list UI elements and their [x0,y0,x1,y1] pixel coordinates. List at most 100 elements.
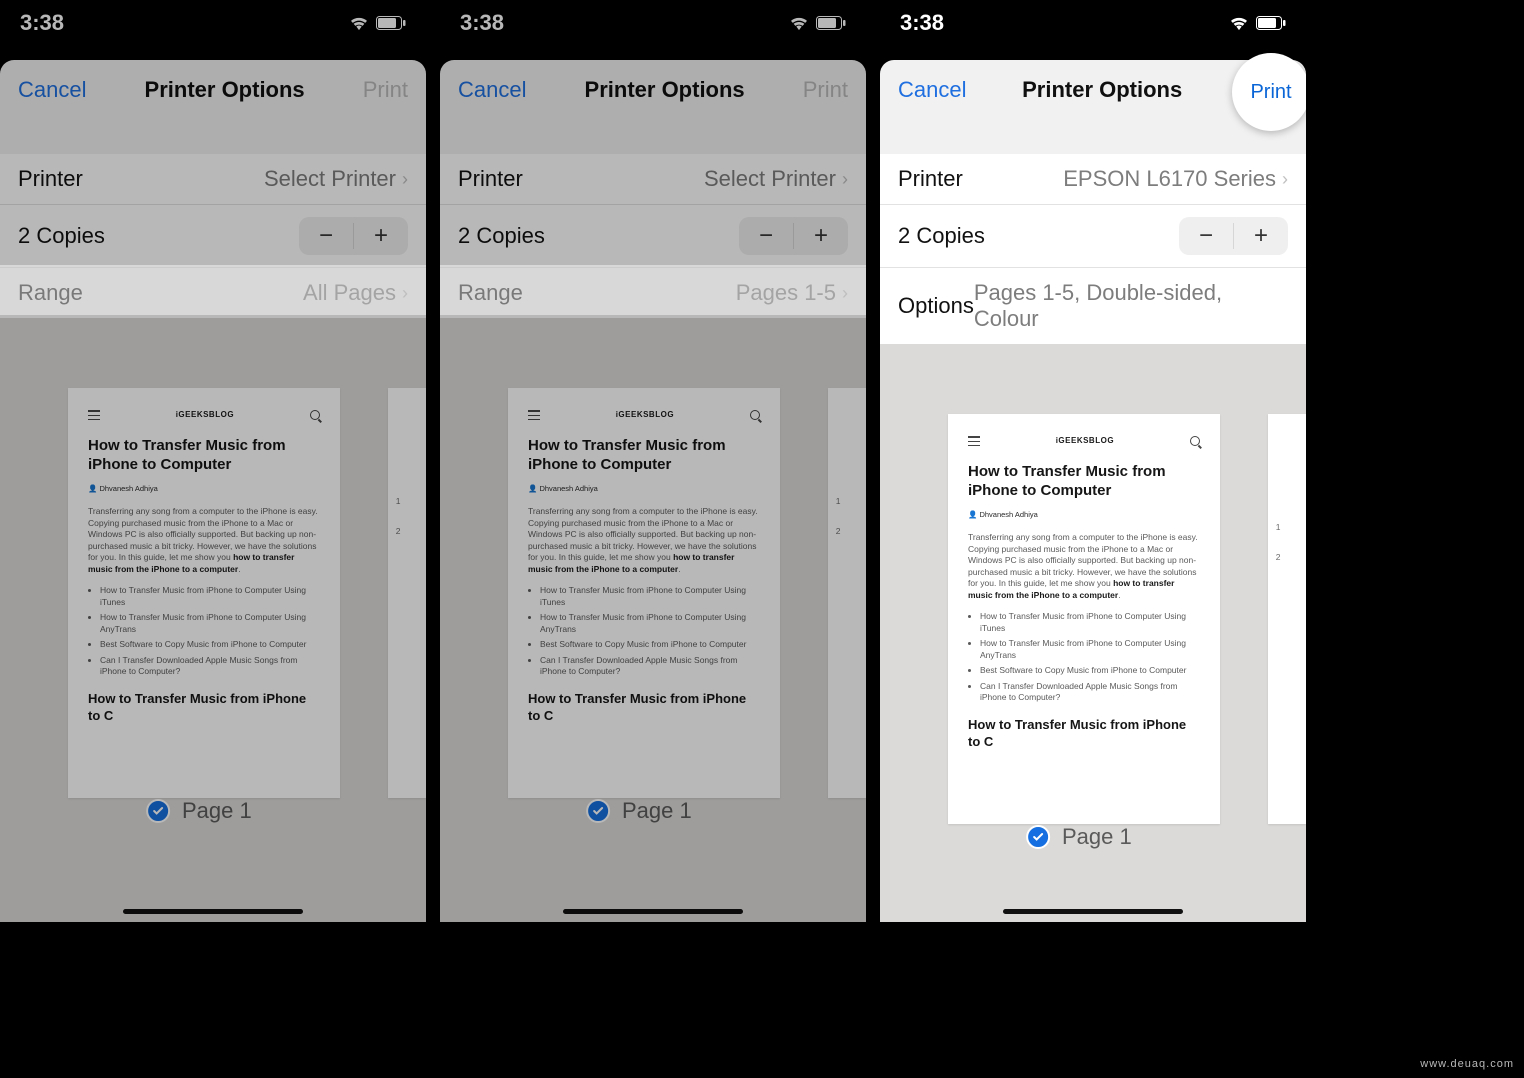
page-subheading: How to Transfer Music from iPhone to C [968,716,1200,751]
print-button: Print [803,77,848,103]
copies-stepper[interactable]: − + [299,217,408,255]
copies-stepper[interactable]: − + [739,217,848,255]
print-button: Print [363,77,408,103]
page-body: Transferring any song from a computer to… [968,532,1200,601]
search-icon [310,410,320,420]
plus-button[interactable]: + [1234,217,1288,255]
status-time: 3:38 [460,10,504,36]
wifi-icon [348,15,370,31]
checkmark-icon [586,799,610,823]
printer-row[interactable]: Printer Select Printer › [0,154,426,205]
page-logo: iGEEKSBLOG [616,410,674,421]
status-bar: 3:38 [440,0,866,46]
screenshot-3: 3:38 Cancel Printer Options Print Printe… [880,0,1306,922]
plus-button[interactable]: + [354,217,408,255]
home-indicator[interactable] [1003,909,1183,914]
home-indicator[interactable] [123,909,303,914]
search-icon [1190,436,1200,446]
hamburger-icon [528,410,540,420]
status-time: 3:38 [20,10,64,36]
copies-label: 2 Copies [898,223,985,249]
page-indicator[interactable]: Page 1 [136,790,272,832]
plus-button[interactable]: + [794,217,848,255]
battery-icon [816,16,846,30]
print-button[interactable]: Print [1232,53,1306,131]
screenshot-2: 3:38 Cancel Printer Options Print Printe… [440,0,866,922]
preview-area[interactable]: iGEEKSBLOG How to Transfer Music from iP… [0,318,426,922]
page-toc: How to Transfer Music from iPhone to Com… [540,585,760,677]
preview-page-1[interactable]: iGEEKSBLOG How to Transfer Music from iP… [948,414,1220,824]
home-indicator[interactable] [563,909,743,914]
preview-page-2-peek[interactable]: 1 2 [388,388,426,798]
minus-button[interactable]: − [739,217,793,255]
preview-page-1[interactable]: iGEEKSBLOG How to Transfer Music from iP… [508,388,780,798]
cancel-button[interactable]: Cancel [898,77,966,103]
cancel-button[interactable]: Cancel [458,77,526,103]
page-logo: iGEEKSBLOG [176,410,234,421]
printer-row[interactable]: Printer EPSON L6170 Series › [880,154,1306,205]
watermark: www.deuaq.com [1420,1058,1514,1070]
page-author: 👤 Dhvanesh Adhiya [968,510,1200,520]
chevron-right-icon: › [842,169,848,190]
print-modal: Cancel Printer Options Print Printer Sel… [0,60,426,922]
page-logo: iGEEKSBLOG [1056,436,1114,447]
highlight-range-row [440,265,866,315]
preview-area[interactable]: iGEEKSBLOG How to Transfer Music from iP… [440,318,866,922]
chevron-right-icon: › [1282,169,1288,190]
copies-row: 2 Copies − + [440,205,866,268]
printer-row[interactable]: Printer Select Printer › [440,154,866,205]
page-toc: How to Transfer Music from iPhone to Com… [980,611,1200,703]
checkmark-icon [146,799,170,823]
hamburger-icon [968,436,980,446]
battery-icon [376,16,406,30]
printer-value: Select Printer › [264,166,408,192]
minus-button[interactable]: − [1179,217,1233,255]
modal-title: Printer Options [585,77,745,103]
status-time: 3:38 [900,10,944,36]
wifi-icon [788,15,810,31]
page-indicator[interactable]: Page 1 [576,790,712,832]
preview-area[interactable]: iGEEKSBLOG How to Transfer Music from iP… [880,344,1306,922]
printer-value: Select Printer › [704,166,848,192]
page-subheading: How to Transfer Music from iPhone to C [528,690,760,725]
page-author: 👤 Dhvanesh Adhiya [528,484,760,494]
minus-button[interactable]: − [299,217,353,255]
page-title: How to Transfer Music from iPhone to Com… [968,463,1200,501]
status-bar: 3:38 [880,0,1306,46]
preview-page-2-peek[interactable]: 1 2 [1268,414,1306,824]
page-body: Transferring any song from a computer to… [528,506,760,575]
screenshot-canvas: 3:38 Cancel Printer Options Print Printe… [0,0,1524,1078]
cancel-button[interactable]: Cancel [18,77,86,103]
search-icon [750,410,760,420]
hamburger-icon [88,410,100,420]
checkmark-icon [1026,825,1050,849]
printer-label: Printer [898,166,963,192]
printer-label: Printer [18,166,83,192]
printer-label: Printer [458,166,523,192]
page-title: How to Transfer Music from iPhone to Com… [528,437,760,475]
battery-icon [1256,16,1286,30]
preview-page-2-peek[interactable]: 1 2 [828,388,866,798]
options-value: Pages 1-5, Double-sided, Colour [974,280,1288,332]
copies-stepper[interactable]: − + [1179,217,1288,255]
status-bar: 3:38 [0,0,426,46]
modal-title: Printer Options [145,77,305,103]
copies-row: 2 Copies − + [0,205,426,268]
page-author: 👤 Dhvanesh Adhiya [88,484,320,494]
chevron-right-icon: › [402,169,408,190]
printer-value: EPSON L6170 Series › [1063,166,1288,192]
page-subheading: How to Transfer Music from iPhone to C [88,690,320,725]
options-row[interactable]: Options Pages 1-5, Double-sided, Colour [880,268,1306,344]
nav-bar: Cancel Printer Options Print [440,60,866,120]
print-modal: Cancel Printer Options Print Printer Sel… [440,60,866,922]
page-title: How to Transfer Music from iPhone to Com… [88,437,320,475]
page-indicator[interactable]: Page 1 [1016,816,1152,858]
modal-title: Printer Options [1022,77,1182,103]
options-label: Options [898,293,974,319]
print-settings: Printer EPSON L6170 Series › 2 Copies − … [880,154,1306,344]
wifi-icon [1228,15,1250,31]
nav-bar: Cancel Printer Options Print [0,60,426,120]
preview-page-1[interactable]: iGEEKSBLOG How to Transfer Music from iP… [68,388,340,798]
print-modal: Cancel Printer Options Print Printer EPS… [880,60,1306,922]
copies-label: 2 Copies [18,223,105,249]
